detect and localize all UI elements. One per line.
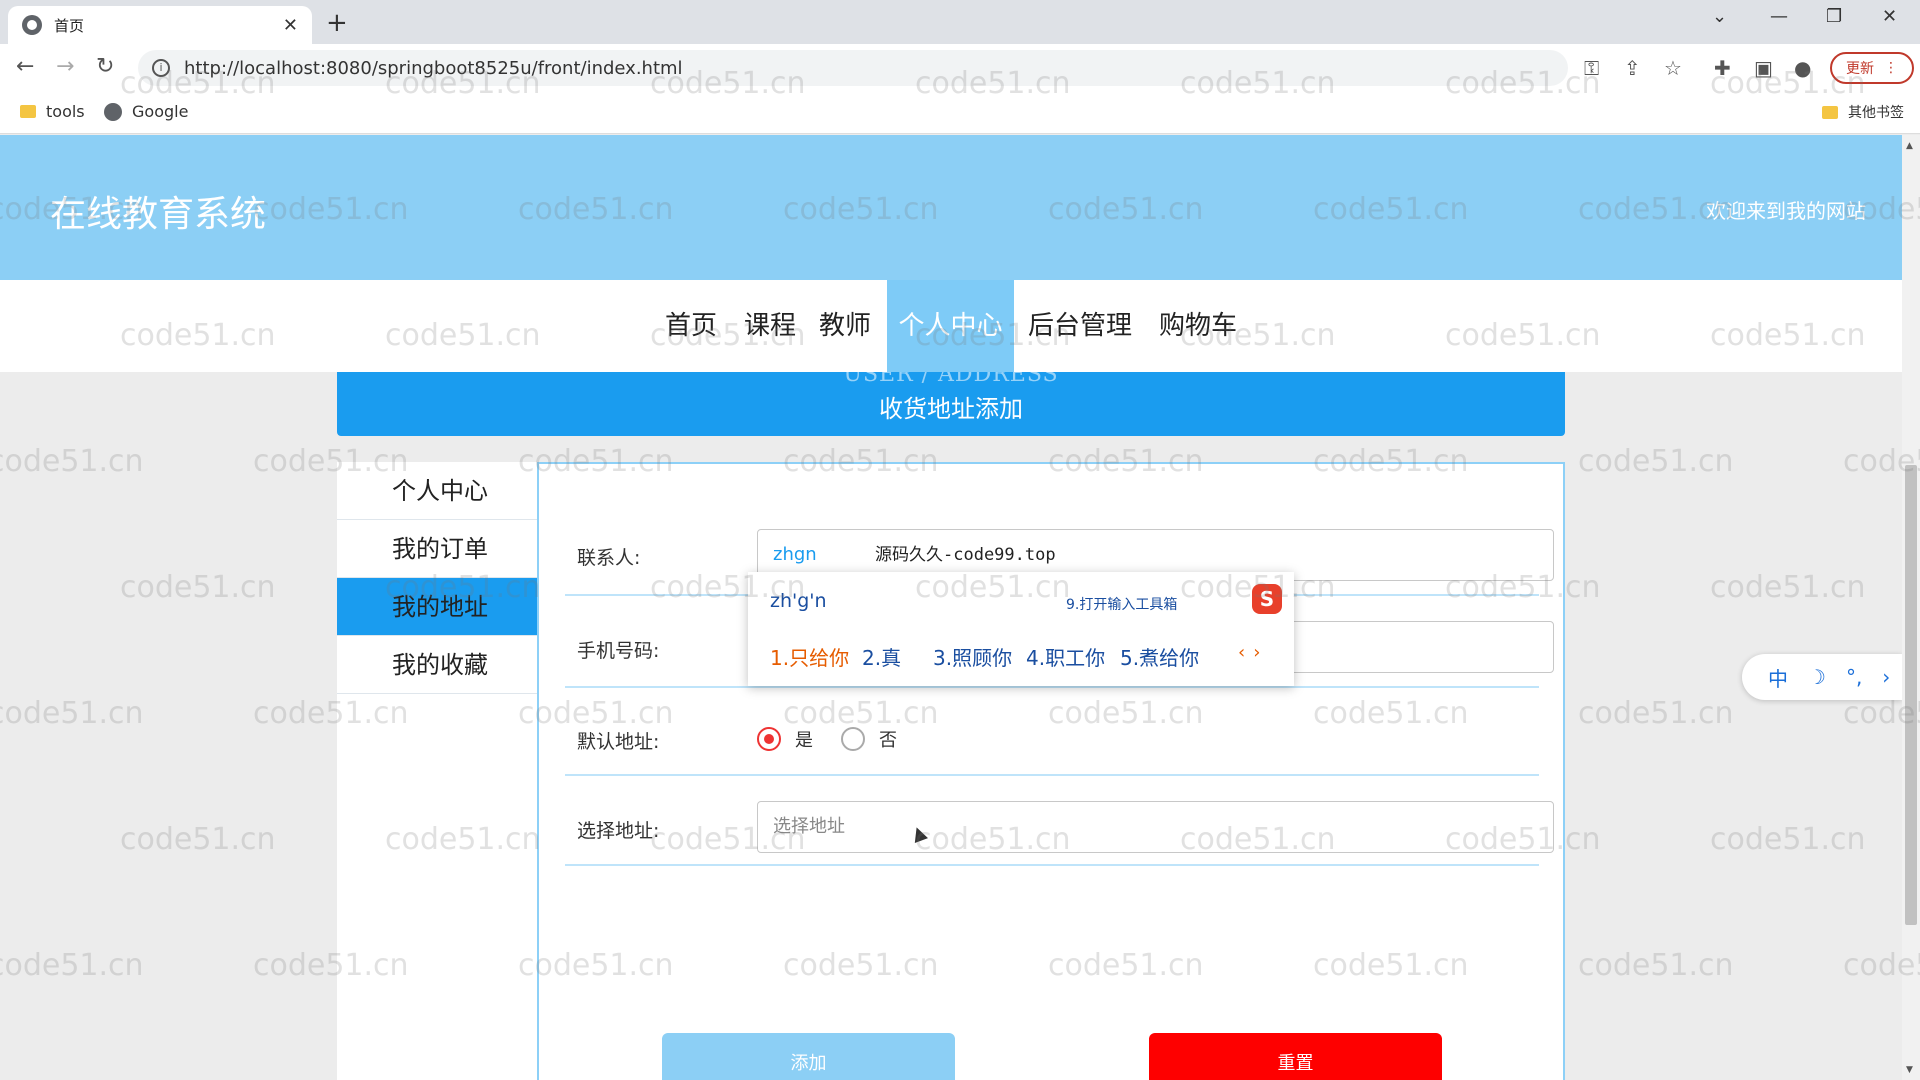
address-select-input[interactable]: 选择地址 bbox=[757, 801, 1554, 853]
side-item-orders[interactable]: 我的订单 bbox=[337, 520, 537, 578]
update-label: 更新 bbox=[1846, 61, 1874, 77]
ime-candidate[interactable]: 3.照顾你 bbox=[933, 642, 1012, 671]
side-item-personal-center[interactable]: 个人中心 bbox=[337, 462, 537, 520]
back-icon[interactable]: ← bbox=[16, 54, 34, 79]
select-address-row: 选择地址: 选择地址 bbox=[565, 776, 1554, 866]
globe-icon bbox=[22, 15, 42, 35]
default-no-radio[interactable]: 否 bbox=[841, 726, 897, 752]
close-tab-icon[interactable]: ✕ bbox=[283, 15, 298, 36]
browser-tab[interactable]: 首页 ✕ bbox=[8, 6, 312, 44]
ime-moon-icon[interactable]: ☽ bbox=[1808, 665, 1826, 689]
site-title: 在线教育系统 bbox=[50, 194, 267, 235]
reload-icon[interactable]: ↻ bbox=[96, 54, 114, 79]
ime-candidate-window: zh'g'n 9.打开输入工具箱 S 1.只给你 2.真 3.照顾你 4.职工你… bbox=[748, 572, 1294, 686]
ime-toolbar[interactable]: 中 ☽ °, › bbox=[1742, 654, 1902, 700]
side-menu: 个人中心 我的订单 我的地址 我的收藏 bbox=[337, 462, 537, 1080]
nav-courses[interactable]: 课程 bbox=[735, 280, 805, 372]
address-label: 选择地址: bbox=[577, 820, 660, 842]
other-bookmarks[interactable]: 其他书签 bbox=[1822, 102, 1904, 122]
site-info-icon[interactable]: i bbox=[152, 59, 170, 77]
radio-checked-icon bbox=[757, 727, 781, 751]
radio-label: 是 bbox=[795, 730, 813, 751]
section-banner: USER / ADDRESS 收货地址添加 bbox=[337, 372, 1565, 436]
add-button[interactable]: 添加 bbox=[662, 1033, 955, 1080]
radio-unchecked-icon bbox=[841, 727, 865, 751]
ime-candidate[interactable]: 4.职工你 bbox=[1026, 642, 1105, 671]
share-icon[interactable]: ⇪ bbox=[1624, 56, 1641, 80]
tab-title: 首页 bbox=[54, 16, 85, 35]
new-tab-button[interactable]: + bbox=[326, 8, 348, 38]
radio-label: 否 bbox=[879, 730, 897, 751]
default-label: 默认地址: bbox=[577, 731, 660, 753]
ime-composition: zh'g'n bbox=[770, 590, 827, 612]
ime-punctuation-icon[interactable]: °, bbox=[1846, 665, 1862, 689]
ime-chinese-mode-icon[interactable]: 中 bbox=[1768, 663, 1788, 692]
bookmark-tools[interactable]: tools bbox=[20, 102, 85, 121]
maximize-icon[interactable]: ❐ bbox=[1826, 6, 1842, 27]
side-panel-icon[interactable]: ▣ bbox=[1754, 56, 1773, 80]
globe-icon bbox=[104, 102, 122, 121]
ime-toolbox-hint[interactable]: 9.打开输入工具箱 bbox=[1066, 594, 1177, 614]
browser-tab-bar: 首页 ✕ + ⌄ — ❐ ✕ bbox=[0, 0, 1920, 44]
ime-page-arrows-icon[interactable]: ‹› bbox=[1238, 642, 1268, 663]
contact-label: 联系人: bbox=[577, 547, 641, 569]
forward-icon[interactable]: → bbox=[56, 54, 74, 79]
extensions-icon[interactable]: ✚ bbox=[1714, 56, 1731, 80]
other-bookmarks-label: 其他书签 bbox=[1848, 105, 1904, 121]
banner-subtitle: USER / ADDRESS bbox=[843, 372, 1059, 387]
welcome-text: 欢迎来到我的网站 bbox=[1706, 199, 1866, 223]
bookmark-label: Google bbox=[132, 102, 189, 121]
sogou-logo-icon: S bbox=[1252, 584, 1282, 614]
main-nav: 首页 课程 教师 个人中心 后台管理 购物车 bbox=[0, 280, 1902, 372]
bookmarks-bar: tools Google 其他书签 bbox=[0, 92, 1920, 134]
ime-expand-icon[interactable]: › bbox=[1882, 665, 1890, 689]
url-text: http://localhost:8080/springboot8525u/fr… bbox=[184, 57, 683, 79]
nav-home[interactable]: 首页 bbox=[656, 280, 726, 372]
nav-personal-center[interactable]: 个人中心 bbox=[887, 280, 1014, 372]
scroll-thumb[interactable] bbox=[1905, 465, 1917, 925]
key-icon[interactable]: ⚿ bbox=[1584, 56, 1599, 80]
folder-icon bbox=[1822, 105, 1838, 119]
address-bar-row: ← → ↻ i http://localhost:8080/springboot… bbox=[0, 44, 1920, 92]
ime-candidate[interactable]: 1.只给你 bbox=[770, 642, 849, 671]
menu-dots-icon: ⋮ bbox=[1884, 60, 1898, 76]
site-header: 在线教育系统 欢迎来到我的网站 bbox=[0, 135, 1902, 280]
update-button[interactable]: 更新 ⋮ bbox=[1830, 52, 1914, 84]
tab-search-icon[interactable]: ⌄ bbox=[1712, 6, 1727, 27]
side-item-favorites[interactable]: 我的收藏 bbox=[337, 636, 537, 694]
banner-title: 收货地址添加 bbox=[879, 395, 1023, 423]
ime-candidate[interactable]: 2.真 bbox=[862, 642, 901, 671]
ime-candidate[interactable]: 5.煮给你 bbox=[1120, 642, 1199, 671]
profile-icon[interactable]: ● bbox=[1794, 56, 1811, 80]
overlay-note: 源码久久-code99.top bbox=[875, 545, 1056, 565]
reset-button[interactable]: 重置 bbox=[1149, 1033, 1442, 1080]
folder-icon bbox=[20, 105, 36, 118]
page-scrollbar[interactable]: ▲ ▼ bbox=[1902, 135, 1920, 1080]
bookmark-google[interactable]: Google bbox=[104, 102, 188, 121]
side-item-address[interactable]: 我的地址 bbox=[337, 578, 537, 636]
nav-cart[interactable]: 购物车 bbox=[1156, 280, 1240, 372]
address-input[interactable]: i http://localhost:8080/springboot8525u/… bbox=[138, 50, 1568, 86]
default-address-row: 默认地址: 是 否 bbox=[565, 688, 1539, 776]
scroll-down-icon[interactable]: ▼ bbox=[1906, 1065, 1913, 1075]
star-icon[interactable]: ☆ bbox=[1664, 56, 1682, 80]
bookmark-label: tools bbox=[46, 102, 85, 121]
window-close-icon[interactable]: ✕ bbox=[1882, 6, 1897, 27]
default-yes-radio[interactable]: 是 bbox=[757, 726, 813, 752]
phone-label: 手机号码: bbox=[577, 640, 660, 662]
nav-teachers[interactable]: 教师 bbox=[810, 280, 880, 372]
minimize-icon[interactable]: — bbox=[1770, 6, 1788, 27]
scroll-up-icon[interactable]: ▲ bbox=[1906, 141, 1913, 151]
nav-admin[interactable]: 后台管理 bbox=[1024, 280, 1136, 372]
